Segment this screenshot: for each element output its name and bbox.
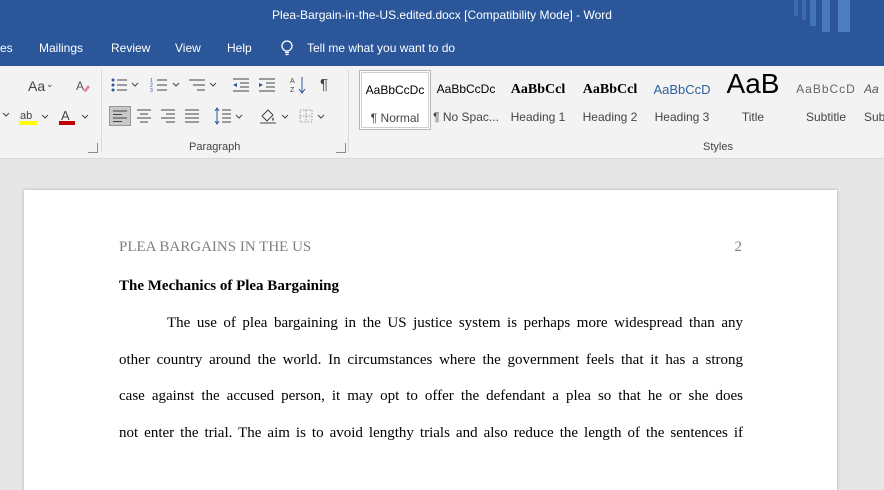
highlighter-icon[interactable]: ab xyxy=(19,108,39,126)
change-case-button[interactable]: Aa xyxy=(28,78,45,94)
style-preview: AaBbCcl xyxy=(510,82,566,97)
paragraph-group-label: Paragraph xyxy=(189,141,241,153)
style-name: Sub xyxy=(864,110,884,124)
svg-text:A: A xyxy=(61,108,70,123)
ribbon: Aa ⌄ A ab A 1 2 3 AZ ¶ Paragraph AaBbCcD… xyxy=(0,66,884,159)
clear-formatting-icon[interactable]: A xyxy=(75,78,91,94)
font-dialog-launcher[interactable] xyxy=(88,143,98,153)
sort-icon[interactable]: AZ xyxy=(290,75,306,95)
section-heading: The Mechanics of Plea Bargaining xyxy=(119,278,339,294)
style-title[interactable]: AaB Title xyxy=(719,68,787,128)
multilevel-list-icon[interactable] xyxy=(188,77,206,93)
numbering-icon[interactable]: 1 2 3 xyxy=(150,77,168,93)
body-text-line: The use of plea bargaining in the US jus… xyxy=(167,315,743,331)
running-head: PLEA BARGAINS IN THE US xyxy=(119,239,312,255)
body-text-line: other country around the world. In circu… xyxy=(119,352,743,368)
tab-help[interactable]: Help xyxy=(227,41,252,55)
chevron-down-icon xyxy=(317,114,325,119)
ribbon-tabs: es Mailings Review View Help Tell me wha… xyxy=(0,32,884,66)
body-text-line: not enter the trial. The aim is to avoid… xyxy=(119,425,743,441)
paragraph-dialog-launcher[interactable] xyxy=(336,143,346,153)
style-preview: AaBbCcD xyxy=(796,82,856,96)
font-color-icon[interactable]: A xyxy=(58,108,76,126)
align-right-icon[interactable] xyxy=(159,108,177,124)
style-preview: AaBbCcD xyxy=(653,82,711,97)
borders-icon[interactable] xyxy=(298,108,314,124)
align-left-icon xyxy=(113,110,127,122)
title-bar: Plea-Bargain-in-the-US.edited.docx [Comp… xyxy=(0,0,884,32)
style-preview: AaBbCcl xyxy=(582,82,638,97)
document-canvas[interactable]: PLEA BARGAINS IN THE US 2 The Mechanics … xyxy=(0,159,884,490)
style-name: Title xyxy=(741,110,765,124)
group-separator xyxy=(348,70,349,152)
chevron-down-icon xyxy=(81,114,89,119)
tab-review[interactable]: Review xyxy=(111,41,150,55)
chevron-down-icon xyxy=(41,114,49,119)
style-name: Heading 1 xyxy=(510,110,566,124)
align-center-icon[interactable] xyxy=(135,108,153,124)
styles-group-label: Styles xyxy=(703,141,733,153)
tab-mailings[interactable]: Mailings xyxy=(39,41,83,55)
style-name: ¶ Normal xyxy=(370,111,420,125)
align-left-button[interactable] xyxy=(109,106,131,126)
style-preview: AaB xyxy=(726,68,780,99)
svg-text:A: A xyxy=(290,78,295,85)
svg-text:ab: ab xyxy=(20,110,32,122)
chevron-down-icon xyxy=(209,82,217,87)
increase-indent-icon[interactable] xyxy=(258,77,276,93)
body-text-line: case against the accused person, it may … xyxy=(119,388,743,404)
chevron-down-icon xyxy=(235,114,243,119)
line-spacing-icon[interactable] xyxy=(214,107,232,125)
lightbulb-icon xyxy=(281,40,293,56)
style-preview: AaBbCcDc xyxy=(365,83,425,97)
style-preview: AaBbCcDc xyxy=(436,82,496,96)
bullets-icon[interactable] xyxy=(110,77,128,93)
chevron-down-icon xyxy=(172,82,180,87)
style-heading-2[interactable]: AaBbCcl Heading 2 xyxy=(576,70,644,128)
style-preview: Aa xyxy=(864,82,879,96)
show-formatting-marks-icon[interactable]: ¶ xyxy=(320,76,328,93)
tab-view[interactable]: View xyxy=(175,41,201,55)
page-number: 2 xyxy=(734,239,743,255)
style-subtle-emphasis[interactable]: Aa Sub xyxy=(864,70,884,128)
style-name: ¶ No Spac... xyxy=(433,110,499,124)
window-title: Plea-Bargain-in-the-US.edited.docx [Comp… xyxy=(272,8,612,22)
decrease-indent-icon[interactable] xyxy=(232,77,250,93)
chevron-down-icon: ⌄ xyxy=(46,79,54,89)
shading-icon[interactable] xyxy=(258,107,278,125)
group-separator xyxy=(101,70,102,152)
chevron-down-icon xyxy=(281,114,289,119)
chevron-down-icon xyxy=(131,82,139,87)
tell-me-search[interactable]: Tell me what you want to do xyxy=(307,41,455,55)
style-no-spacing[interactable]: AaBbCcDc ¶ No Spac... xyxy=(432,70,500,128)
document-page[interactable]: PLEA BARGAINS IN THE US 2 The Mechanics … xyxy=(24,190,837,490)
chevron-down-icon xyxy=(2,112,10,117)
justify-icon[interactable] xyxy=(183,108,201,124)
title-bar-decoration xyxy=(794,0,850,32)
tab-references-partial[interactable]: es xyxy=(0,41,13,55)
style-normal[interactable]: AaBbCcDc ¶ Normal xyxy=(359,70,431,130)
style-name: Heading 2 xyxy=(582,110,638,124)
style-name: Subtitle xyxy=(805,110,847,124)
svg-text:3: 3 xyxy=(150,88,153,93)
style-heading-1[interactable]: AaBbCcl Heading 1 xyxy=(504,70,572,128)
svg-text:A: A xyxy=(76,79,84,93)
style-name: Heading 3 xyxy=(654,110,710,124)
svg-text:Z: Z xyxy=(290,87,295,94)
style-subtitle[interactable]: AaBbCcD Subtitle xyxy=(791,70,861,128)
style-heading-3[interactable]: AaBbCcD Heading 3 xyxy=(648,70,716,128)
